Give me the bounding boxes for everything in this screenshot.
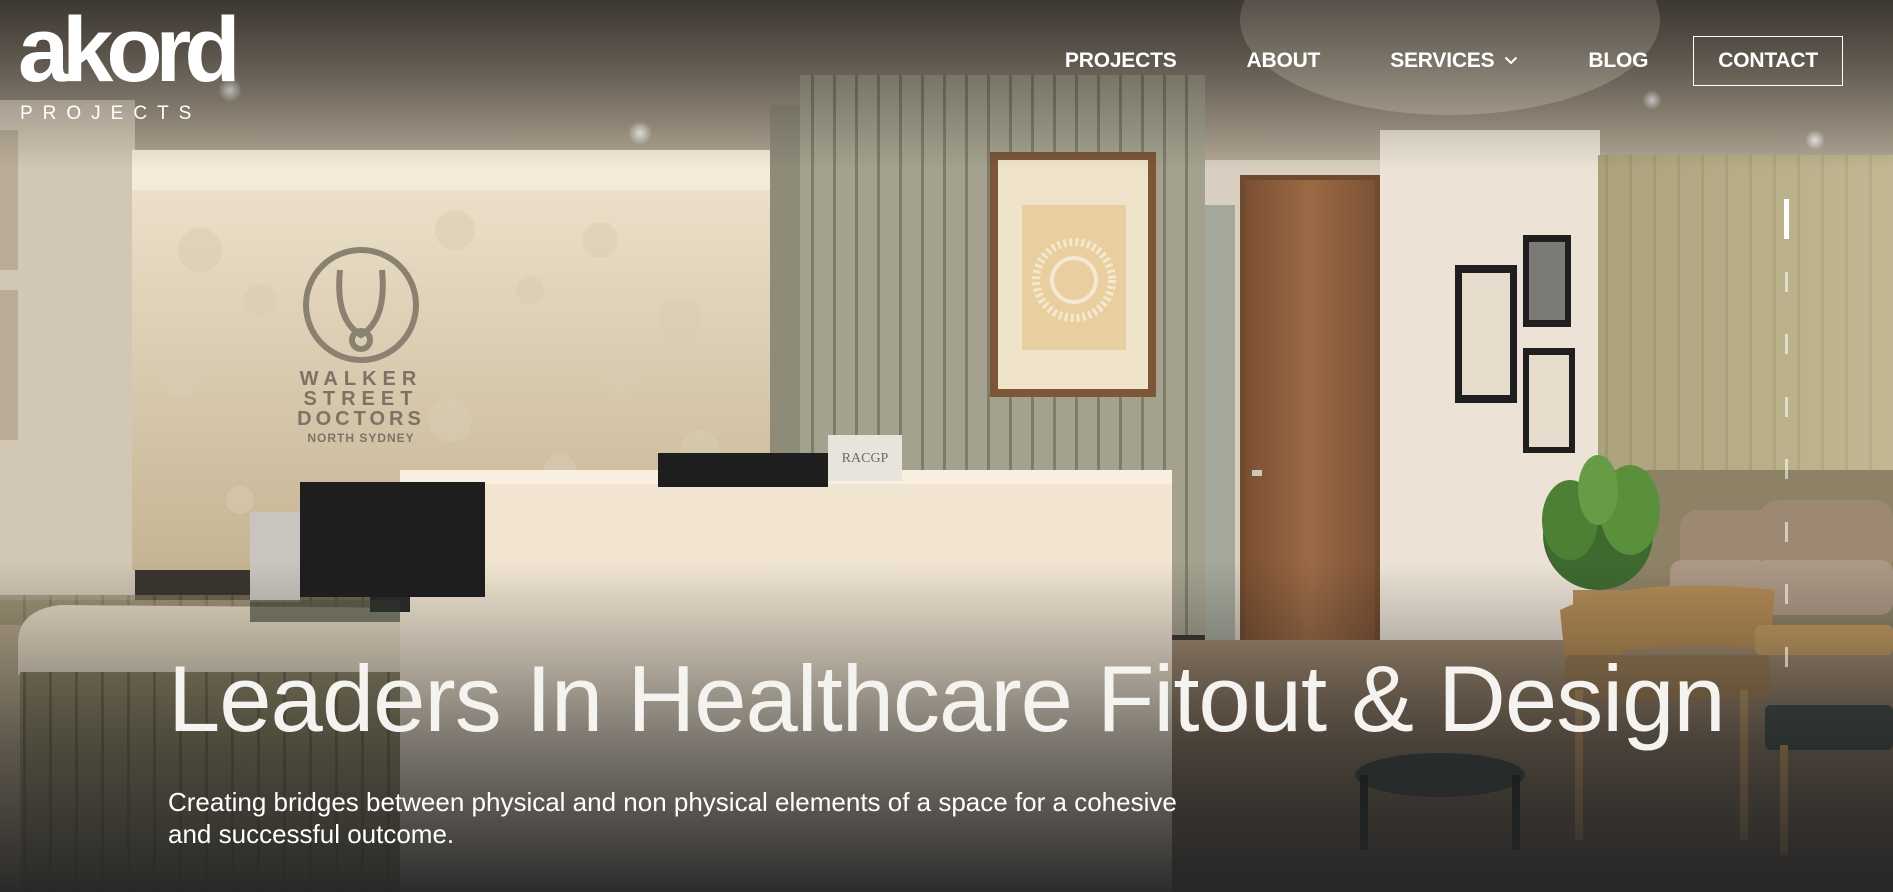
akord-projects-logo[interactable]: akord PROJECTS <box>18 4 241 124</box>
svg-text:DOCTORS: DOCTORS <box>297 408 425 430</box>
slide-indicator-dash[interactable] <box>1785 272 1788 292</box>
logo-subtitle: PROJECTS <box>20 103 202 124</box>
svg-text:WALKER: WALKER <box>300 368 423 390</box>
slide-indicator-dash[interactable] <box>1785 334 1788 354</box>
slide-indicator-dash[interactable] <box>1785 584 1788 604</box>
contact-button[interactable]: CONTACT <box>1693 35 1843 86</box>
nav-blog[interactable]: BLOG <box>1588 49 1648 73</box>
svg-text:NORTH SYDNEY: NORTH SYDNEY <box>307 431 414 445</box>
logo-wordmark: akord <box>18 0 241 101</box>
nav-services[interactable]: SERVICES <box>1390 49 1518 73</box>
slide-indicator-dash-active[interactable] <box>1784 199 1789 239</box>
slide-indicator-dash[interactable] <box>1785 459 1788 479</box>
hero-background-photo: WALKER STREET DOCTORS NORTH SYDNEY RACGP <box>0 0 1893 892</box>
hero-section: WALKER STREET DOCTORS NORTH SYDNEY RACGP… <box>0 0 1893 892</box>
slide-indicator <box>1784 178 1789 678</box>
nav-services-label: SERVICES <box>1390 48 1495 72</box>
slide-indicator-dash[interactable] <box>1785 397 1788 417</box>
chevron-down-icon <box>1505 56 1518 65</box>
slide-indicator-dash[interactable] <box>1785 522 1788 542</box>
main-navigation: PROJECTS ABOUT SERVICES BLOG CONTACT <box>1065 34 1843 87</box>
slide-indicator-dash[interactable] <box>1785 647 1788 667</box>
svg-text:RACGP: RACGP <box>842 451 889 466</box>
hero-headline: Leaders In Healthcare Fitout & Design <box>168 646 1726 751</box>
hero-subtext: Creating bridges between physical and no… <box>168 787 1177 849</box>
nav-projects[interactable]: PROJECTS <box>1065 49 1177 73</box>
svg-text:STREET: STREET <box>304 388 419 410</box>
nav-about[interactable]: ABOUT <box>1247 49 1321 73</box>
